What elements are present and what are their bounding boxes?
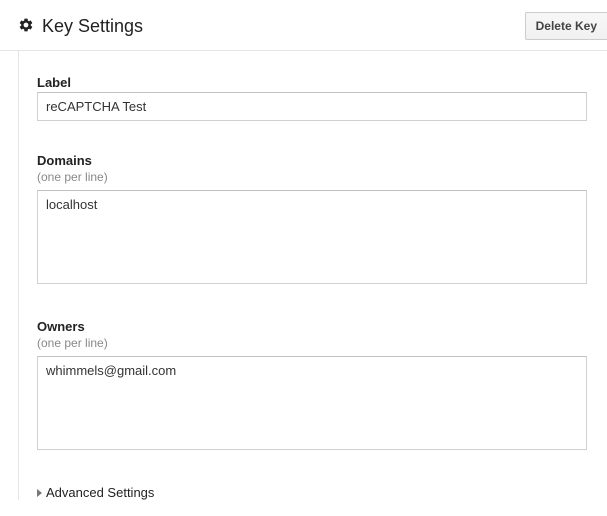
domains-field-group: Domains (one per line)	[37, 153, 607, 287]
advanced-settings-toggle[interactable]: Advanced Settings	[37, 485, 607, 500]
gear-icon	[18, 17, 34, 36]
label-input[interactable]	[37, 92, 587, 121]
domains-field-title: Domains	[37, 153, 607, 168]
owners-textarea[interactable]	[37, 356, 587, 450]
domains-textarea[interactable]	[37, 190, 587, 284]
header-left: Key Settings	[18, 16, 143, 37]
delete-key-button[interactable]: Delete Key	[525, 12, 607, 40]
domains-field-hint: (one per line)	[37, 170, 607, 184]
settings-content: Label Domains (one per line) Owners (one…	[18, 51, 607, 500]
page-title: Key Settings	[42, 16, 143, 37]
advanced-settings-label: Advanced Settings	[46, 485, 154, 500]
owners-field-title: Owners	[37, 319, 607, 334]
label-field-title: Label	[37, 75, 607, 90]
settings-header: Key Settings Delete Key	[0, 0, 607, 51]
owners-field-group: Owners (one per line)	[37, 319, 607, 453]
caret-right-icon	[37, 489, 42, 497]
owners-field-hint: (one per line)	[37, 336, 607, 350]
label-field-group: Label	[37, 75, 607, 121]
